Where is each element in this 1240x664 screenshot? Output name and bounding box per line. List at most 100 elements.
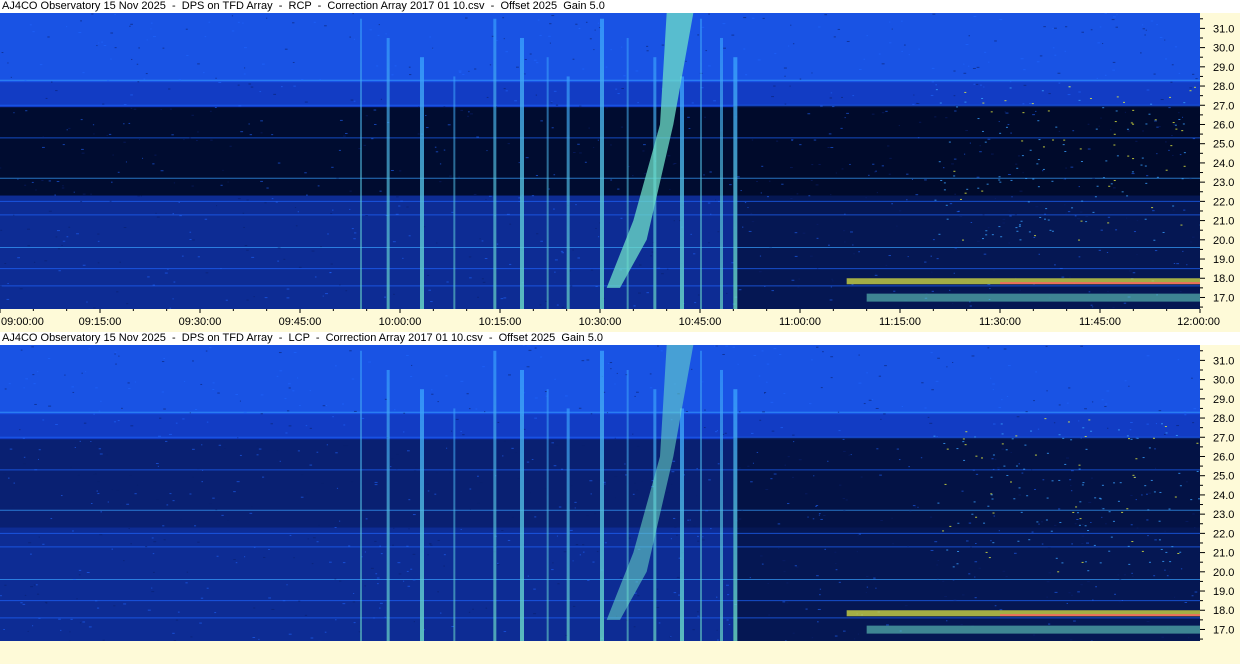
noise: [784, 464, 787, 466]
noise: [1116, 14, 1118, 16]
noise: [1066, 402, 1069, 404]
noise: [1160, 99, 1164, 101]
noise: [649, 387, 653, 389]
noise: [1032, 114, 1035, 116]
noise: [725, 345, 729, 347]
rcp-panel: AJ4CO Observatory 15 Nov 2025 - DPS on T…: [0, 0, 1240, 331]
noise: [980, 84, 982, 86]
emission-speckle: [1088, 419, 1091, 421]
noise: [1032, 634, 1036, 636]
burst: [493, 18, 497, 309]
noise: [57, 248, 61, 250]
noise: [1114, 593, 1116, 595]
noise: [192, 360, 194, 362]
noise: [96, 607, 100, 609]
noise: [731, 34, 735, 36]
noise: [953, 272, 955, 274]
noise: [460, 380, 464, 382]
burst: [733, 57, 738, 309]
noise: [235, 562, 238, 564]
emission-speckle: [1021, 140, 1024, 142]
noise: [843, 450, 846, 452]
noise: [345, 132, 348, 134]
noise: [90, 193, 92, 195]
noise: [794, 232, 798, 234]
noise: [737, 527, 739, 529]
noise: [575, 204, 577, 206]
noise: [451, 211, 454, 213]
noise: [1097, 42, 1100, 44]
emission-speckle: [975, 516, 978, 518]
noise: [7, 62, 9, 64]
noise: [846, 112, 849, 114]
noise: [673, 220, 675, 222]
noise: [991, 458, 994, 460]
noise: [529, 492, 531, 494]
noise: [27, 630, 29, 632]
noise: [1008, 242, 1011, 244]
noise: [204, 36, 207, 38]
emission-speckle: [1117, 429, 1120, 431]
noise: [999, 609, 1003, 611]
noise: [320, 246, 322, 248]
noise: [86, 301, 88, 303]
noise: [331, 166, 334, 168]
noise: [137, 81, 140, 83]
noise: [339, 119, 343, 121]
noise: [759, 419, 762, 421]
noise: [868, 174, 870, 176]
noise: [529, 53, 532, 55]
noise: [125, 161, 127, 163]
noise: [944, 596, 948, 598]
noise: [199, 622, 202, 624]
emission-speckle: [1181, 178, 1184, 180]
noise: [959, 216, 963, 218]
noise: [771, 290, 774, 292]
noise: [406, 545, 409, 547]
noise: [206, 421, 209, 423]
noise: [379, 602, 383, 604]
noise: [770, 478, 773, 480]
noise: [750, 481, 753, 483]
noise: [540, 356, 543, 358]
noise: [8, 383, 11, 385]
emission-speckle: [1000, 423, 1003, 425]
noise: [838, 430, 841, 432]
noise: [751, 17, 755, 19]
emission-speckle: [1108, 550, 1111, 552]
noise: [908, 466, 910, 468]
noise: [374, 484, 378, 486]
noise: [697, 540, 700, 542]
noise: [130, 23, 133, 25]
noise: [793, 441, 795, 443]
emission-speckle: [1128, 563, 1131, 565]
emission-speckle: [1131, 171, 1134, 173]
emission-speckle: [1153, 491, 1156, 493]
noise: [827, 244, 830, 246]
noise: [818, 26, 821, 28]
emission-speckle: [1147, 509, 1150, 511]
noise: [794, 255, 798, 257]
noise: [133, 108, 137, 110]
emission-speckle: [1078, 239, 1081, 241]
noise: [235, 393, 239, 395]
noise: [857, 633, 859, 635]
noise: [1098, 125, 1100, 127]
burst: [600, 18, 604, 309]
noise: [858, 382, 862, 384]
noise: [824, 14, 828, 16]
noise: [824, 548, 827, 550]
noise: [476, 136, 480, 138]
noise: [1104, 13, 1108, 15]
y-tick-label: 27.0: [1213, 432, 1234, 444]
noise: [112, 154, 114, 156]
noise: [35, 189, 37, 191]
noise: [1146, 519, 1149, 521]
noise: [990, 153, 994, 155]
noise: [439, 181, 442, 183]
x-tick-label: 11:15:00: [879, 316, 921, 328]
noise: [636, 391, 639, 393]
emission-speckle: [1005, 449, 1008, 451]
noise: [717, 463, 720, 465]
noise: [1176, 263, 1180, 265]
